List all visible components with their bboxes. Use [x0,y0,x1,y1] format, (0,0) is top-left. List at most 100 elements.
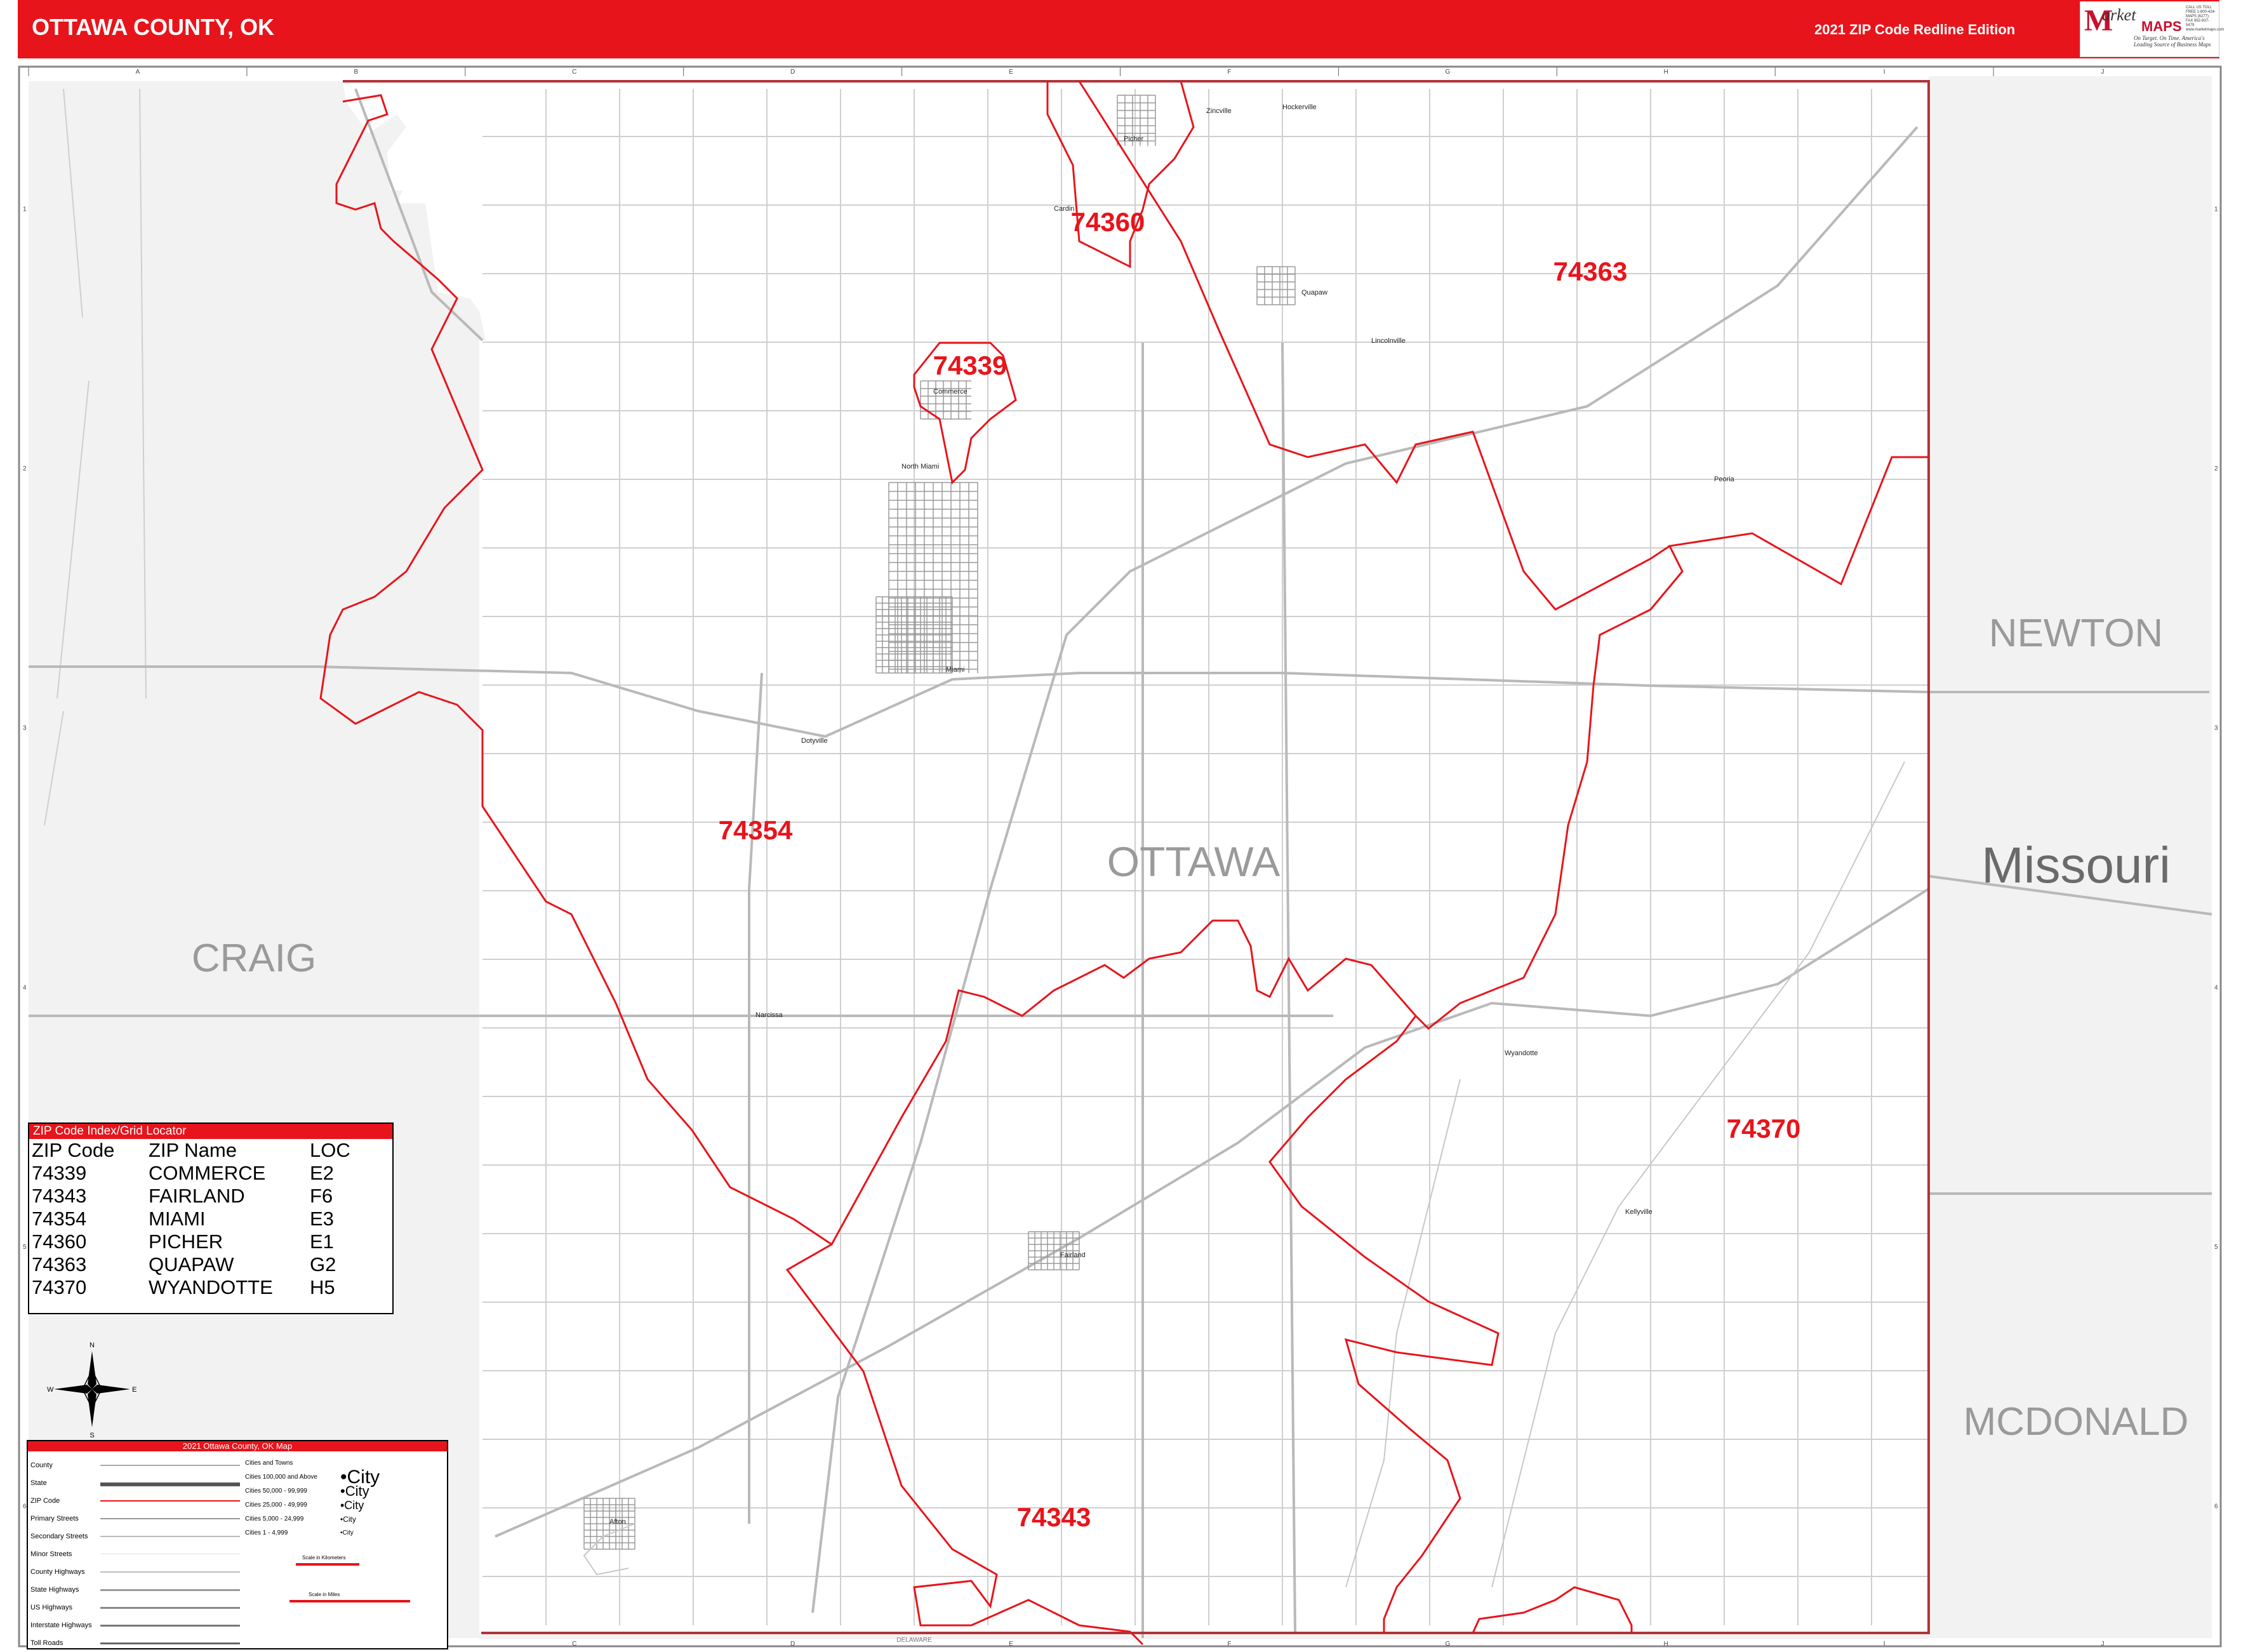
city-class-row: Cities 5,000 - 24,999 •City [245,1512,436,1526]
compass-e: E [132,1386,136,1394]
city-class-range: Cities 100,000 and Above [245,1474,317,1481]
legend-cities: Cities and Towns Cities 100,000 and Abov… [245,1456,436,1602]
grid-column-label: C [572,1641,576,1648]
neighbor-mcdonald-label: MCDONALD [1964,1400,2189,1444]
legend-item-label: Toll Roads [30,1639,63,1647]
legend-item-swatch [100,1571,240,1573]
logo-contact: CALL US TOLL FREE 1-800-424-MAPS (6277) … [2186,6,2225,32]
place-peoria: Peoria [1714,476,1735,483]
zip-code-cell: 74370 [32,1276,87,1298]
grid-column-label: C [572,69,576,76]
grid-column-label: G [1445,69,1450,76]
city-class-range: Cities 1 - 4,999 [245,1529,288,1536]
state-label: Missouri [1981,837,2171,893]
zip-table-header-row: ZIP Code ZIP Name LOC [30,1139,352,1162]
col-zip-code: ZIP Code [32,1139,115,1161]
place-narcissa: Narcissa [755,1011,783,1019]
city-class-range: Cities 25,000 - 49,999 [245,1502,307,1509]
grid-column-label: D [790,69,795,76]
place-north-miami: North Miami [901,463,939,470]
zip-code-cell: 74343 [32,1185,87,1207]
logo-tagline: On Target. On Time. America's Leading So… [2134,35,2211,48]
map-title: OTTAWA COUNTY, OK [32,14,274,40]
legend-item: Toll Roads [30,1634,253,1652]
zip-table-row: 74343 FAIRLAND F6 [30,1185,352,1208]
zip-name-cell: WYANDOTTE [149,1276,273,1298]
zip-name-cell: MIAMI [149,1208,206,1230]
city-class-range: Cities 50,000 - 99,999 [245,1488,307,1495]
header-bar: OTTAWA COUNTY, OK 2021 ZIP Code Redline … [18,0,2225,58]
zip-table-row: 74370 WYANDOTTE H5 [30,1276,352,1299]
zip-loc-cell: E1 [310,1230,334,1253]
legend-line-types: County State ZIP Code Primary Streets Second… [30,1456,253,1652]
grid-column-label: J [2101,1641,2105,1648]
place-lincolnville: Lincolnville [1371,337,1406,345]
legend-item: State Highways [30,1581,253,1599]
legend-item-label: County [30,1462,53,1469]
place-picher: Picher [1124,135,1144,143]
city-class-sample: •City [340,1515,356,1524]
grid-row-label: 4 [23,984,27,991]
place-cardin: Cardin [1054,205,1074,213]
legend-item-swatch [100,1607,240,1609]
place-zincville: Zincville [1206,107,1232,115]
grid-column-label: H [1664,1641,1668,1648]
zip-code-cell: 74360 [32,1230,87,1253]
zip-name-cell: FAIRLAND [149,1185,245,1207]
scale-bars: Scale in Kilometers Scale in Miles [289,1555,410,1602]
county-label: OTTAWA [1107,838,1280,885]
legend-item-label: State Highways [30,1586,79,1594]
edition-label: 2021 ZIP Code Redline Edition [1814,22,2016,37]
neighbor-newton-label: NEWTON [1989,611,2163,655]
zip-code-cell: 74363 [32,1253,87,1276]
zip-label-74360: 74360 [1071,207,1145,237]
legend-item: ZIP Code [30,1492,253,1510]
zip-table-grid: ZIP Code ZIP Name LOC 74339 COMMERCE E2 743… [30,1139,352,1299]
col-loc: LOC [310,1139,350,1161]
neighbor-craig-label: CRAIG [192,936,316,980]
map-canvas[interactable]: AABBCCDDEEFFGGHHIIJJ 112233445566 [0,0,2248,1651]
neighbor-delaware-label: DELAWARE [896,1637,932,1644]
legend-item-label: Primary Streets [30,1515,79,1522]
city-class-row: Cities 25,000 - 49,999 •City [245,1498,436,1512]
grid-column-label: G [1445,1641,1450,1648]
place-afton: Afton [609,1518,626,1526]
legend-item: Minor Streets [30,1545,253,1563]
place-dotyville: Dotyville [801,737,828,745]
legend-item: County [30,1456,253,1474]
compass-s: S [90,1432,94,1439]
place-fairland: Fairland [1060,1251,1086,1259]
grid-column-label: J [2101,69,2105,76]
zip-table-row: 74363 QUAPAW G2 [30,1253,352,1276]
grid-row-label: 6 [2214,1503,2218,1510]
grid-column-label: I [1884,69,1886,76]
zip-loc-cell: E2 [310,1162,334,1184]
zip-label-74354: 74354 [719,815,793,845]
zip-label-74363: 74363 [1553,256,1628,286]
legend-item-label: State [30,1479,47,1487]
city-class-row: Cities 1 - 4,999 •City [245,1526,436,1540]
legend-item: US Highways [30,1599,253,1616]
legend-heading: 2021 Ottawa County, OK Map [28,1441,447,1451]
legend-item: County Highways [30,1563,253,1581]
grid-column-label: B [354,69,359,76]
legend-item-swatch [100,1536,240,1537]
grid-column-label: H [1664,69,1668,76]
city-class-range: Cities 5,000 - 24,999 [245,1515,304,1522]
scale-km-label: Scale in Kilometers [302,1555,345,1561]
grid-row-label: 4 [2214,984,2218,991]
grid-row-label: 1 [23,206,27,213]
grid-column-label: F [1227,69,1231,76]
zip-name-cell: QUAPAW [149,1253,234,1276]
legend-item-label: US Highways [30,1604,73,1611]
grid-row-label: 2 [23,465,27,472]
legend-item-label: Interstate Highways [30,1622,92,1629]
grid-column-label: E [1009,1641,1013,1648]
place-kellyville: Kellyville [1625,1208,1653,1216]
legend-item-label: County Highways [30,1568,85,1576]
grid-row-label: 1 [2214,206,2218,213]
legend-item-swatch [100,1500,240,1502]
market-maps-logo[interactable]: M arket MAPS On Target. On Time. America… [2080,1,2225,57]
zip-table-row: 74354 MIAMI E3 [30,1208,352,1230]
legend-item-swatch [100,1465,240,1466]
